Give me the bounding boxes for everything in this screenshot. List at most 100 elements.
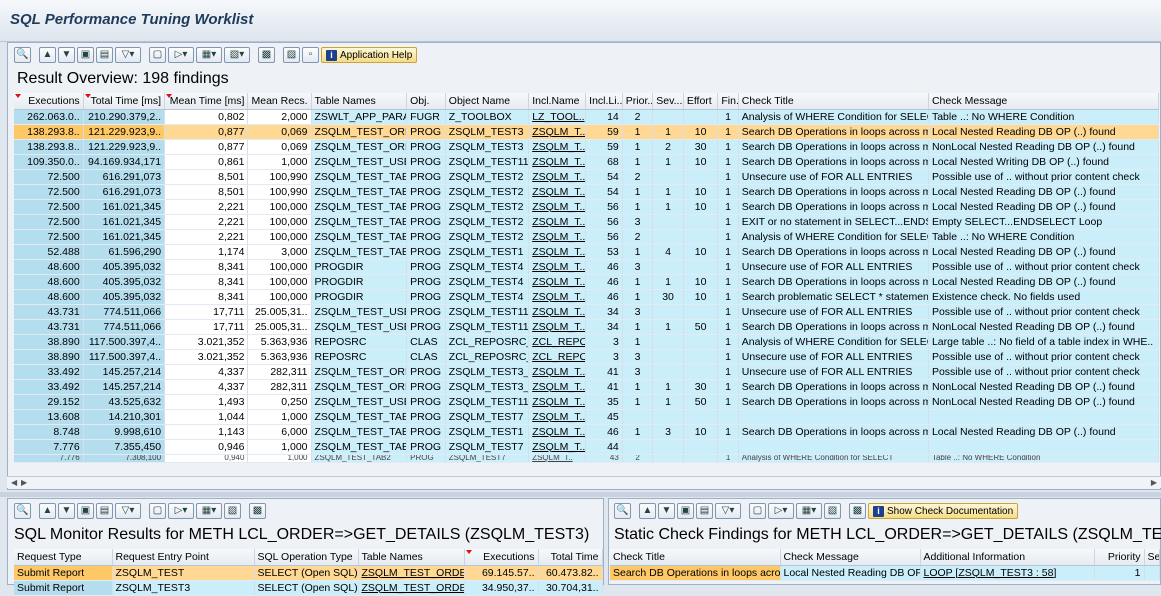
- print-icon[interactable]: ▢: [149, 503, 166, 519]
- table-row[interactable]: 138.293.8.. 121.229.923,9.. 0,877 0,069 ZSQL…: [14, 124, 1160, 140]
- table-cell[interactable]: LOOP [ZSQLM_TEST3 : 58]: [920, 565, 1095, 581]
- table-cell[interactable]: ZSQLM_T..: [528, 439, 587, 455]
- table-row[interactable]: Submit Report ZSQLM_TEST SELECT (Open SQL)…: [14, 565, 603, 581]
- table-cell[interactable]: ZSQLM_T..: [528, 394, 587, 410]
- details-icon[interactable]: 🔍: [614, 503, 631, 519]
- column-header[interactable]: Executions: [464, 549, 539, 566]
- column-header[interactable]: Prior..: [622, 93, 654, 110]
- sort-descending-icon[interactable]: ▼: [58, 47, 75, 63]
- export-icon[interactable]: ▦▾: [196, 503, 222, 519]
- column-header[interactable]: Check Message: [780, 549, 921, 566]
- table-row[interactable]: 72.500 616.291,073 8,501 100,990 ZSQLM_TEST_…: [14, 169, 1160, 185]
- table-cell[interactable]: ZSQLM_T..: [528, 199, 587, 215]
- table-row[interactable]: Search DB Operations in loops across.. Lo…: [610, 565, 1160, 581]
- graphic-icon[interactable]: ▩: [249, 503, 266, 519]
- table-cell[interactable]: ZCL_REPO..: [528, 349, 587, 365]
- column-header[interactable]: Sev...: [652, 93, 684, 110]
- column-header[interactable]: Request Entry Point: [112, 549, 255, 566]
- table-cell[interactable]: ZSQLM_T..: [528, 229, 587, 245]
- table-row[interactable]: 72.500 161.021,345 2,221 100,000 ZSQLM_TEST_…: [14, 199, 1160, 215]
- scroll-left-icon[interactable]: ◀: [11, 478, 17, 487]
- export-icon[interactable]: ▦▾: [196, 47, 222, 63]
- column-header[interactable]: Total Time [ms]: [83, 93, 166, 110]
- sort-descending-icon[interactable]: ▼: [58, 503, 75, 519]
- table-cell[interactable]: ZSQLM_T..: [528, 454, 587, 463]
- show-check-documentation-button[interactable]: i Show Check Documentation: [868, 503, 1019, 519]
- graphic-icon[interactable]: ▩: [258, 47, 275, 63]
- layout-icon[interactable]: ▧▾: [224, 47, 250, 63]
- document-icon[interactable]: ▫: [302, 47, 319, 63]
- table-row[interactable]: 72.500 616.291,073 8,501 100,990 ZSQLM_TEST_…: [14, 184, 1160, 200]
- horizontal-scrollbar[interactable]: ◀ ▶ ▶: [7, 476, 1161, 488]
- sort-ascending-icon[interactable]: ▲: [39, 503, 56, 519]
- column-header[interactable]: Se: [1144, 549, 1160, 566]
- table-cell[interactable]: ZCL_REPO..: [528, 334, 587, 350]
- table-row[interactable]: 8.748 9.998,610 1,143 6,000 ZSQLM_TEST_TAB1 P…: [14, 424, 1160, 440]
- print-icon[interactable]: ▢: [749, 503, 766, 519]
- filter-icon[interactable]: ▽▾: [115, 503, 141, 519]
- details-icon[interactable]: 🔍: [14, 503, 31, 519]
- table-cell[interactable]: ZSQLM_T..: [528, 259, 587, 275]
- table-row[interactable]: 72.500 161.021,345 2,221 100,000 ZSQLM_TEST_…: [14, 214, 1160, 230]
- table-cell[interactable]: ZSQLM_T..: [528, 409, 587, 425]
- column-header[interactable]: Obj.: [406, 93, 446, 110]
- print-icon[interactable]: ▢: [149, 47, 166, 63]
- find-next-icon[interactable]: ▤: [96, 503, 113, 519]
- table-row[interactable]: 43.731 774.511,066 17,711 25.005,31.. ZSQLM_…: [14, 319, 1160, 335]
- table-cell[interactable]: ZSQLM_T..: [528, 364, 587, 380]
- table-row[interactable]: 48.600 405.395,032 8,341 100,000 PROGDIR PROG…: [14, 259, 1160, 275]
- table-cell[interactable]: ZSQLM_T..: [528, 424, 587, 440]
- table-cell[interactable]: ZSQLM_T..: [528, 379, 587, 395]
- column-header[interactable]: Object Name: [445, 93, 530, 110]
- column-header[interactable]: Table Names: [358, 549, 465, 566]
- sort-ascending-icon[interactable]: ▲: [39, 47, 56, 63]
- column-header[interactable]: Incl.Li..: [585, 93, 623, 110]
- column-header[interactable]: Incl.Name: [528, 93, 587, 110]
- table-row[interactable]: 48.600 405.395,032 8,341 100,000 PROGDIR PROG…: [14, 289, 1160, 305]
- column-header[interactable]: Effort: [683, 93, 719, 110]
- table-row[interactable]: 38.890 117.500.397,4.. 3.021,352 5.363,936 R…: [14, 334, 1160, 350]
- views-icon[interactable]: ▷▾: [168, 47, 194, 63]
- table-row[interactable]: 13.608 14.210,301 1,044 1,000 ZSQLM_TEST_TAB…: [14, 409, 1160, 425]
- table-row[interactable]: 38.890 117.500.397,4.. 3.021,352 5.363,936 R…: [14, 349, 1160, 365]
- table-row[interactable]: 52.488 61.596,290 1,174 3,000 ZSQLM_TEST_TAB…: [14, 244, 1160, 260]
- column-header[interactable]: Check Message: [928, 93, 1160, 110]
- table-row[interactable]: 138.293.8.. 121.229.923,9.. 0,877 0,069 ZSQL…: [14, 139, 1160, 155]
- find-next-icon[interactable]: ▤: [696, 503, 713, 519]
- table-row[interactable]: 109.350.0.. 94.169.934,171 0,861 1,000 ZSQLM…: [14, 154, 1160, 170]
- table-cell[interactable]: ZSQLM_T..: [528, 244, 587, 260]
- table-row[interactable]: 29.15243.525,6321,4930,250ZSQLM_TEST_USE…: [14, 394, 1160, 410]
- find-icon[interactable]: ▣: [677, 503, 694, 519]
- table-cell[interactable]: ZSQLM_T..: [528, 274, 587, 290]
- scroll-right-icon[interactable]: ▶: [21, 478, 27, 487]
- table-row[interactable]: 43.731 774.511,066 17,711 25.005,31.. ZSQLM_…: [14, 304, 1160, 320]
- layout-icon[interactable]: ▧: [824, 503, 841, 519]
- views-icon[interactable]: ▷▾: [768, 503, 794, 519]
- splitter[interactable]: [0, 492, 1161, 497]
- table-cell[interactable]: ZSQLM_T..: [528, 319, 587, 335]
- scroll-right-end-icon[interactable]: ▶: [1151, 478, 1157, 487]
- layout-icon[interactable]: ▧: [224, 503, 241, 519]
- sort-descending-icon[interactable]: ▼: [658, 503, 675, 519]
- find-icon[interactable]: ▣: [77, 47, 94, 63]
- source-icon[interactable]: ▨: [283, 47, 300, 63]
- application-help-button[interactable]: i Application Help: [321, 47, 418, 63]
- column-header[interactable]: Priority: [1094, 549, 1145, 566]
- table-row[interactable]: 7.776 7.355,450 0,946 1,000 ZSQLM_TEST_TAB2 P…: [14, 439, 1160, 455]
- table-cell[interactable]: ZSQLM_T..: [528, 169, 587, 185]
- column-header[interactable]: Total Time: [538, 549, 603, 566]
- views-icon[interactable]: ▷▾: [168, 503, 194, 519]
- export-icon[interactable]: ▦▾: [796, 503, 822, 519]
- find-icon[interactable]: ▣: [77, 503, 94, 519]
- column-header[interactable]: Check Title: [610, 549, 781, 566]
- table-row[interactable]: 48.600 405.395,032 8,341 100,000 PROGDIR PROG…: [14, 274, 1160, 290]
- table-cell[interactable]: ZSQLM_T..: [528, 184, 587, 200]
- graphic-icon[interactable]: ▩: [849, 503, 866, 519]
- column-header[interactable]: Table Names: [311, 93, 408, 110]
- column-header[interactable]: Additional Information: [920, 549, 1095, 566]
- column-header[interactable]: Fin..: [717, 93, 739, 110]
- filter-icon[interactable]: ▽▾: [115, 47, 141, 63]
- column-header[interactable]: Check Title: [738, 93, 929, 110]
- table-row[interactable]: 72.500 161.021,345 2,221 100,000 ZSQLM_TEST_…: [14, 229, 1160, 245]
- table-row[interactable]: 262.063.0.. 210.290.379,2.. 0,802 2,000 ZSWL…: [14, 109, 1160, 125]
